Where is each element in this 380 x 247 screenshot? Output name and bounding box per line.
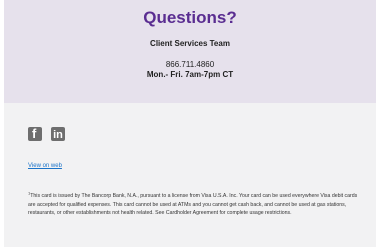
disclaimer-body: This card is issued by The Bancorp Bank,… <box>28 193 358 217</box>
phone-number[interactable]: 866.711.4860 <box>4 60 376 69</box>
facebook-icon[interactable]: f <box>28 127 42 141</box>
email-body: Questions? Client Services Team 866.711.… <box>4 0 376 247</box>
questions-heading: Questions? <box>143 8 237 27</box>
disclaimer-text: 1This card is issued by The Bancorp Bank… <box>28 191 360 218</box>
social-links: f in <box>28 127 65 141</box>
view-on-web-link[interactable]: View on web <box>28 163 62 169</box>
team-name: Client Services Team <box>150 39 230 48</box>
business-hours: Mon.- Fri. 7am-7pm CT <box>146 70 234 79</box>
linkedin-icon[interactable]: in <box>51 127 65 141</box>
linkedin-glyph: in <box>53 129 63 141</box>
facebook-glyph: f <box>32 127 37 141</box>
contact-section: Questions? Client Services Team 866.711.… <box>4 0 376 103</box>
